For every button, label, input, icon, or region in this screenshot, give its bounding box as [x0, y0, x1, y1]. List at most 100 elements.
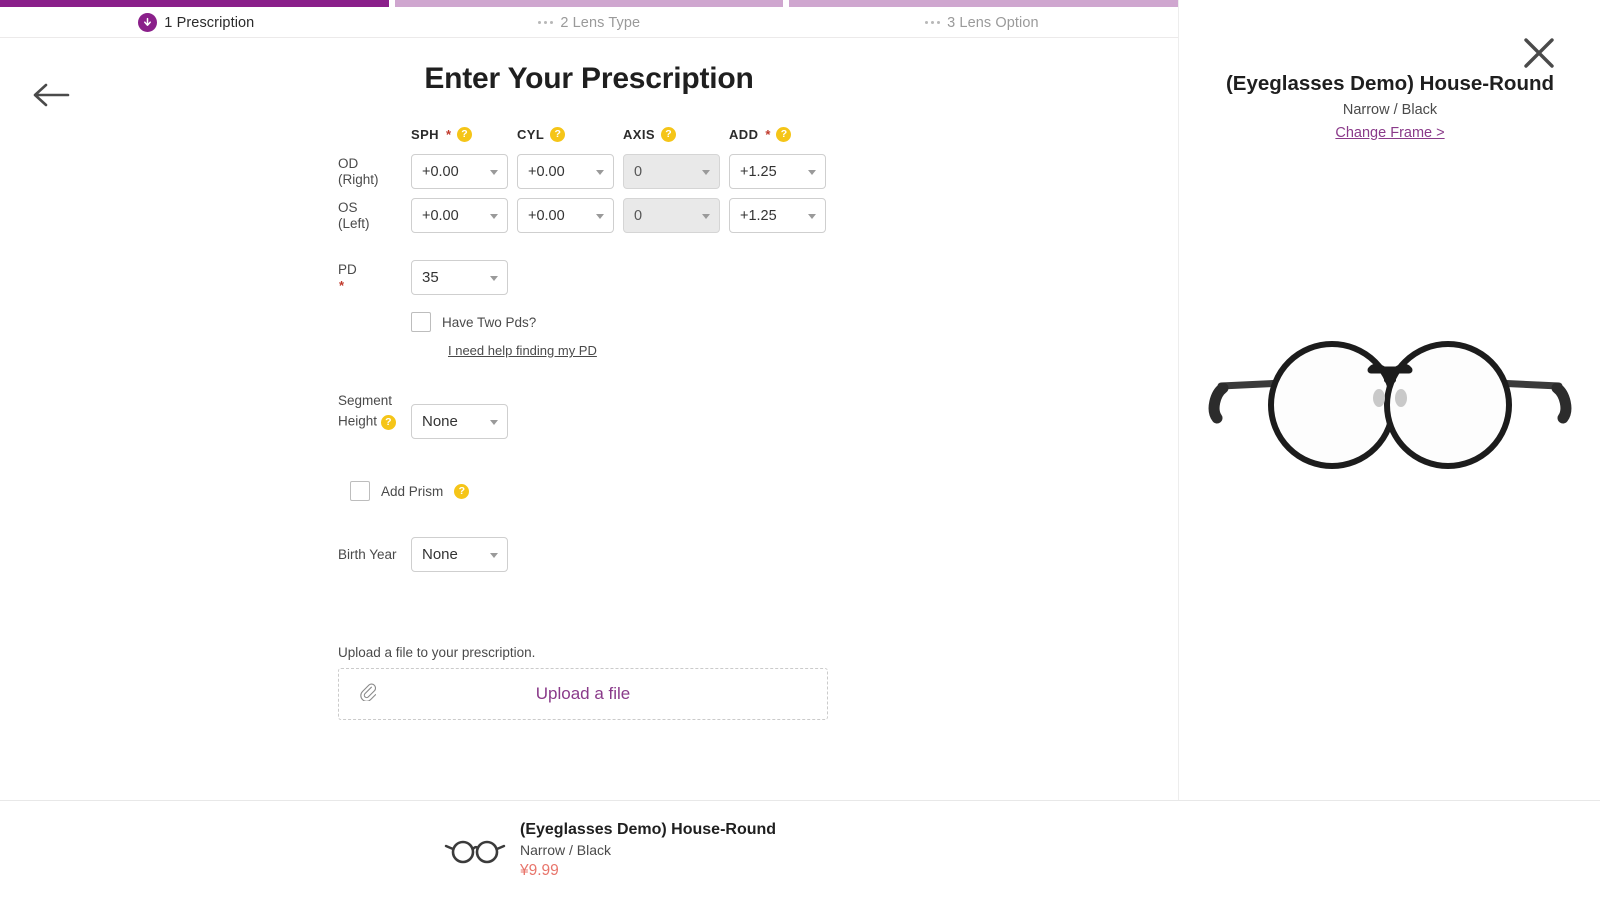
required-marker: *	[339, 277, 345, 293]
select-os-axis-value: 0	[634, 207, 643, 224]
select-birth-year[interactable]: None	[411, 537, 508, 572]
lens-configurator-page: 1 Prescription 2 Lens Type 3 Lens Option…	[0, 0, 1600, 900]
progress-segment-2	[394, 0, 784, 7]
help-icon[interactable]: ?	[457, 126, 472, 142]
required-marker: *	[445, 126, 451, 142]
step-tab-prescription[interactable]: 1 Prescription	[0, 13, 393, 32]
product-preview-panel: (Eyeglasses Demo) House-Round Narrow / B…	[1178, 0, 1600, 800]
page-title: Enter Your Prescription	[424, 62, 754, 95]
have-two-pds-row: Have Two Pds?	[411, 312, 1038, 332]
select-os-add[interactable]: +1.25	[729, 198, 826, 233]
column-label-add: ADD	[729, 126, 759, 142]
label-birth-year: Birth Year	[338, 547, 397, 562]
bottom-summary-bar: (Eyeglasses Demo) House-Round Narrow / B…	[0, 800, 1600, 900]
link-pd-help[interactable]: I need help finding my PD	[448, 343, 597, 358]
select-od-cyl-value: +0.00	[528, 163, 565, 180]
chevron-down-icon	[808, 213, 816, 219]
chevron-down-icon	[808, 169, 816, 175]
chevron-down-icon	[490, 213, 498, 219]
help-icon[interactable]: ?	[550, 126, 566, 142]
segment-height-row: Segment Height ? None	[338, 392, 1038, 439]
label-add-prism: Add Prism	[381, 483, 444, 499]
checkbox-add-prism[interactable]	[350, 481, 370, 501]
column-label-axis: AXIS	[623, 126, 655, 142]
row-label-os-line1: OS	[338, 199, 358, 215]
table-row-od: OD (Right) +0.00 +0.00 0 +1.25	[338, 154, 1038, 189]
column-header-add: ADD * ?	[729, 126, 835, 142]
step-tabs: 1 Prescription 2 Lens Type 3 Lens Option	[0, 7, 1178, 38]
row-label-od: OD (Right)	[338, 156, 411, 188]
chevron-down-icon	[702, 169, 710, 175]
dots-icon	[924, 20, 941, 25]
add-prism-row: Add Prism ?	[350, 481, 1038, 501]
prescription-fields: SPH * ? CYL ? AXIS ? ADD * ? OD (Right) …	[338, 123, 1038, 720]
product-title: (Eyeglasses Demo) House-Round	[1225, 72, 1555, 95]
row-label-os-line2: (Left)	[338, 215, 370, 231]
bottom-product-variant: Narrow / Black	[520, 842, 612, 858]
select-od-cyl[interactable]: +0.00	[517, 154, 614, 189]
select-os-cyl[interactable]: +0.00	[517, 198, 614, 233]
select-od-sph-value: +0.00	[422, 163, 459, 180]
paperclip-icon	[359, 682, 377, 706]
progress-track	[0, 0, 1179, 7]
select-os-add-value: +1.25	[740, 207, 777, 224]
select-od-add-value: +1.25	[740, 163, 777, 180]
upload-dropzone[interactable]: Upload a file	[338, 668, 828, 720]
upload-section: Upload a file to your prescription. Uplo…	[338, 645, 1038, 720]
label-have-two-pds: Have Two Pds?	[442, 314, 537, 330]
bottom-product-price: ¥9.99	[520, 862, 559, 879]
upload-caption: Upload a file to your prescription.	[338, 645, 536, 660]
column-label-cyl: CYL	[517, 126, 545, 142]
product-thumbnail	[444, 838, 506, 864]
birth-year-row: Birth Year None	[338, 537, 1038, 572]
select-os-sph-value: +0.00	[422, 207, 459, 224]
chevron-down-icon	[702, 213, 710, 219]
select-os-sph[interactable]: +0.00	[411, 198, 508, 233]
row-label-od-line2: (Right)	[338, 171, 379, 187]
select-pd-value: 35	[422, 269, 439, 286]
help-icon[interactable]: ?	[776, 126, 792, 142]
label-segment-height: Segment Height ?	[338, 392, 411, 430]
select-od-axis-value: 0	[634, 163, 643, 180]
help-icon[interactable]: ?	[660, 126, 676, 142]
step-tab-lens-option[interactable]: 3 Lens Option	[785, 15, 1178, 31]
close-button[interactable]	[1522, 36, 1556, 75]
required-marker: *	[765, 126, 771, 142]
chevron-down-icon	[596, 169, 604, 175]
step-label-lens-option: 3 Lens Option	[947, 14, 1039, 31]
column-header-cyl: CYL ?	[517, 126, 623, 142]
prescription-form-panel: Enter Your Prescription SPH * ? CYL ? AX…	[0, 38, 1178, 800]
change-frame-link[interactable]: Change Frame >	[1179, 125, 1600, 141]
step-label-lens-type: 2 Lens Type	[560, 14, 641, 31]
help-icon[interactable]: ?	[454, 483, 470, 499]
select-pd[interactable]: 35	[411, 260, 508, 295]
select-os-axis: 0	[623, 198, 720, 233]
label-segment-height-line2: Height	[338, 413, 378, 429]
prescription-column-headers: SPH * ? CYL ? AXIS ? ADD * ?	[411, 123, 1038, 145]
arrow-down-circle-icon	[138, 13, 158, 32]
step-progress-header: 1 Prescription 2 Lens Type 3 Lens Option	[0, 0, 1179, 38]
chevron-down-icon	[490, 169, 498, 175]
select-od-sph[interactable]: +0.00	[411, 154, 508, 189]
pd-field-row: PD * 35	[338, 260, 1038, 295]
column-header-axis: AXIS ?	[623, 126, 729, 142]
column-header-sph: SPH * ?	[411, 126, 517, 142]
table-row-os: OS (Left) +0.00 +0.00 0 +1.25	[338, 198, 1038, 233]
dots-icon	[537, 20, 554, 25]
chevron-down-icon	[490, 552, 498, 558]
checkbox-have-two-pds[interactable]	[411, 312, 431, 332]
select-od-axis: 0	[623, 154, 720, 189]
help-icon[interactable]: ?	[380, 415, 396, 430]
step-tab-lens-type[interactable]: 2 Lens Type	[393, 15, 786, 31]
select-os-cyl-value: +0.00	[528, 207, 565, 224]
chevron-down-icon	[490, 275, 498, 281]
row-label-od-line1: OD	[338, 155, 359, 171]
bottom-product-info: (Eyeglasses Demo) House-Round Narrow / B…	[520, 820, 776, 881]
select-od-add[interactable]: +1.25	[729, 154, 826, 189]
progress-segment-1	[0, 0, 389, 7]
chevron-down-icon	[490, 419, 498, 425]
upload-button-label: Upload a file	[535, 684, 631, 703]
product-image	[1179, 300, 1600, 500]
select-segment-height[interactable]: None	[411, 404, 508, 439]
row-label-pd: PD *	[338, 262, 411, 294]
